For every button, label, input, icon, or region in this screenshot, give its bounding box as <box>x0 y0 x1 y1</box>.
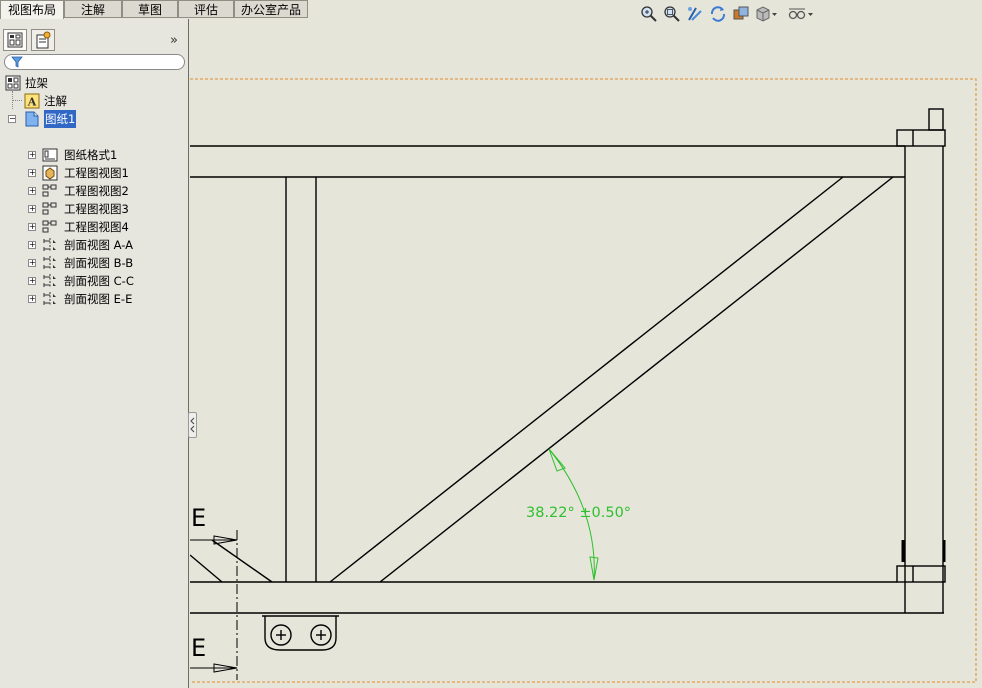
tree-item-label: 剖面视图 E-E <box>64 292 133 306</box>
expand-icon[interactable]: + <box>28 295 36 303</box>
tree-item-label: 剖面视图 B-B <box>64 256 134 270</box>
tree-item-section-view-ee[interactable]: + 剖面视图 E-E <box>28 290 184 308</box>
collapse-icon[interactable]: − <box>8 115 16 123</box>
tree-item-drawing-view-1[interactable]: + 工程图视图1 <box>28 164 184 182</box>
tree-item-drawing-view-2[interactable]: + 工程图视图2 <box>28 182 184 200</box>
sheet-icon <box>25 111 39 127</box>
tree-item-section-view-bb[interactable]: + 剖面视图 B-B <box>28 254 184 272</box>
expand-icon[interactable]: + <box>28 187 36 195</box>
sheet-format-icon <box>42 148 58 162</box>
tree-item-label: 注解 <box>44 94 67 108</box>
property-manager-icon <box>36 31 51 49</box>
tab-evaluate[interactable]: 评估 <box>178 0 234 18</box>
command-manager-tabs: 视图布局 注解 草图 评估 办公室产品 <box>0 0 310 20</box>
tree-item-section-view-cc[interactable]: + 剖面视图 C-C <box>28 272 184 290</box>
expand-icon[interactable]: + <box>28 259 36 267</box>
expand-icon[interactable]: + <box>28 169 36 177</box>
projected-view-icon <box>42 184 57 197</box>
expand-icon[interactable]: + <box>28 205 36 213</box>
drawing-view-icon <box>42 165 58 181</box>
annotation-icon: A <box>24 93 40 109</box>
sheet-border <box>190 78 977 683</box>
tab-property-manager[interactable] <box>31 29 55 51</box>
tree-item-annotations[interactable]: A 注解 <box>24 92 184 110</box>
tab-feature-manager[interactable] <box>3 29 27 51</box>
tree-guide-line <box>12 100 22 102</box>
expand-icon[interactable]: + <box>28 151 36 159</box>
tree-item-label: 工程图视图2 <box>64 184 129 198</box>
tree-filter-input[interactable] <box>4 54 185 70</box>
projected-view-icon <box>42 202 57 215</box>
feature-tree-icon <box>7 32 23 48</box>
tab-office-products[interactable]: 办公室产品 <box>234 0 308 18</box>
svg-text:A: A <box>27 96 37 109</box>
section-label-top[interactable]: E <box>191 504 206 532</box>
angle-dimension-text: 38.22° ±0.50° <box>526 505 631 521</box>
tree-item-label: 工程图视图3 <box>64 202 129 216</box>
tree-item-label: 图纸1 <box>44 110 77 128</box>
section-view-icon <box>43 238 56 252</box>
section-view-icon <box>43 292 56 306</box>
tree-item-drawing-view-3[interactable]: + 工程图视图3 <box>28 200 184 218</box>
tree-item-label: 剖面视图 A-A <box>64 238 134 252</box>
feature-manager-panel: » 拉架 A 注解 − 图纸1 + 图纸格式1 + 工程图视图1 + 工程图视图… <box>0 19 189 688</box>
tab-annotation[interactable]: 注解 <box>64 0 122 18</box>
projected-view-icon <box>42 220 57 233</box>
tree-item-label: 工程图视图1 <box>64 166 129 180</box>
section-label-bottom[interactable]: E <box>191 634 206 662</box>
expand-icon[interactable]: + <box>28 277 36 285</box>
frame-geometry <box>190 108 946 680</box>
tree-item-sheet[interactable]: − 图纸1 <box>8 110 184 128</box>
section-view-icon <box>43 256 56 270</box>
tree-item-drawing-view-4[interactable]: + 工程图视图4 <box>28 218 184 236</box>
tab-view-layout[interactable]: 视图布局 <box>0 0 64 20</box>
drawing-canvas[interactable]: E E 38.22° ±0.50° <box>190 19 982 688</box>
drawing-document-icon <box>5 75 21 91</box>
filter-icon <box>11 56 23 68</box>
tree-root-label: 拉架 <box>25 76 48 90</box>
tab-sketch[interactable]: 草图 <box>122 0 178 18</box>
tree-root[interactable]: 拉架 <box>5 74 185 92</box>
expand-panel-icon[interactable]: » <box>170 33 178 48</box>
expand-icon[interactable]: + <box>28 223 36 231</box>
tree-item-label: 工程图视图4 <box>64 220 129 234</box>
angle-dimension[interactable]: 38.22° ±0.50° <box>526 448 631 581</box>
expand-icon[interactable]: + <box>28 241 36 249</box>
tree-item-label: 图纸格式1 <box>64 148 118 162</box>
section-view-icon <box>43 274 56 288</box>
tree-item-sheet-format[interactable]: + 图纸格式1 <box>28 146 184 164</box>
tree-item-label: 剖面视图 C-C <box>64 274 134 288</box>
tree-item-section-view-aa[interactable]: + 剖面视图 A-A <box>28 236 184 254</box>
